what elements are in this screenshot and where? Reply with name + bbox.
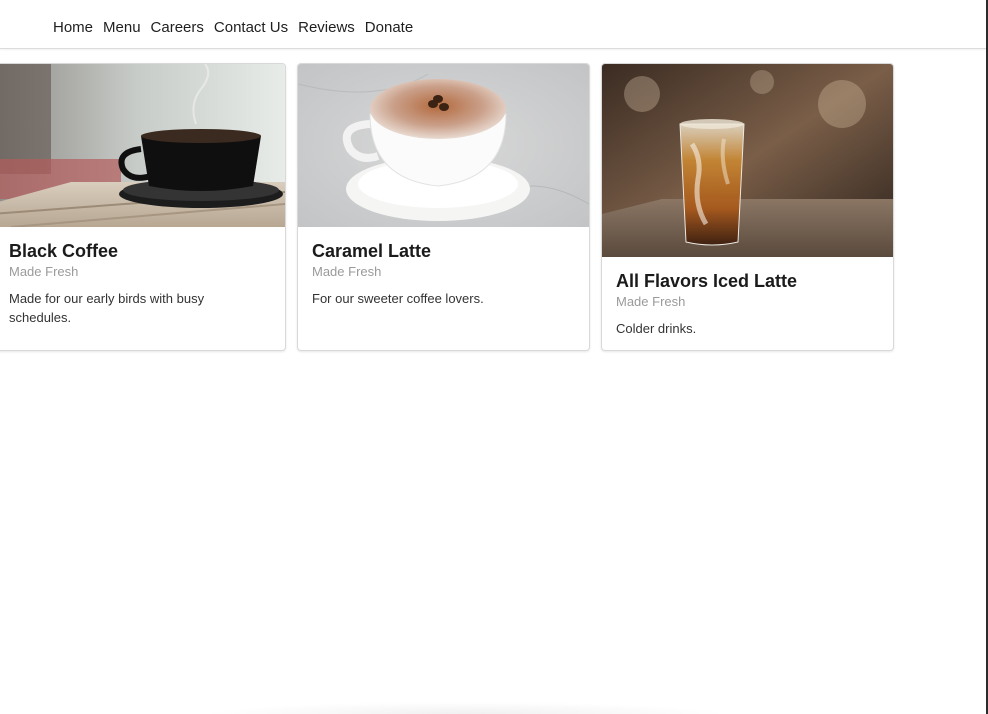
card-content: Caramel Latte Made Fresh For our sweeter… — [298, 227, 589, 308]
product-card-black-coffee[interactable]: Black Coffee Made Fresh Made for our ear… — [0, 63, 286, 351]
nav-link-donate[interactable]: Donate — [365, 18, 413, 38]
card-meta: Made Fresh — [312, 264, 382, 279]
nav-link-careers[interactable]: Careers — [151, 18, 204, 38]
bottom-shadow — [200, 702, 730, 714]
card-title[interactable]: Black Coffee — [9, 239, 271, 263]
nav-menu: Home Menu Careers Contact Us Reviews Don… — [53, 18, 413, 38]
card-content: All Flavors Iced Latte Made Fresh Colder… — [602, 257, 893, 338]
nav-link-reviews[interactable]: Reviews — [298, 18, 355, 38]
product-card-iced-latte[interactable]: All Flavors Iced Latte Made Fresh Colder… — [601, 63, 894, 351]
card-title[interactable]: Caramel Latte — [312, 239, 575, 263]
iced-latte-photo — [602, 64, 893, 257]
card-description: For our sweeter coffee lovers. — [312, 291, 484, 306]
card-title[interactable]: All Flavors Iced Latte — [616, 269, 879, 293]
card-meta: Made Fresh — [9, 264, 79, 279]
page: Home Menu Careers Contact Us Reviews Don… — [0, 0, 988, 714]
black-coffee-photo — [0, 64, 285, 227]
card-content: Black Coffee Made Fresh Made for our ear… — [0, 227, 285, 327]
nav-link-contact-us[interactable]: Contact Us — [214, 18, 288, 38]
nav-link-menu[interactable]: Menu — [103, 18, 141, 38]
product-card-caramel-latte[interactable]: Caramel Latte Made Fresh For our sweeter… — [297, 63, 590, 351]
caramel-latte-photo — [298, 64, 589, 227]
card-description: Colder drinks. — [616, 321, 697, 336]
card-description: Made for our early birds with busy sched… — [9, 291, 205, 325]
card-meta: Made Fresh — [616, 294, 686, 309]
top-navbar: Home Menu Careers Contact Us Reviews Don… — [0, 0, 986, 49]
nav-link-home[interactable]: Home — [53, 18, 93, 38]
